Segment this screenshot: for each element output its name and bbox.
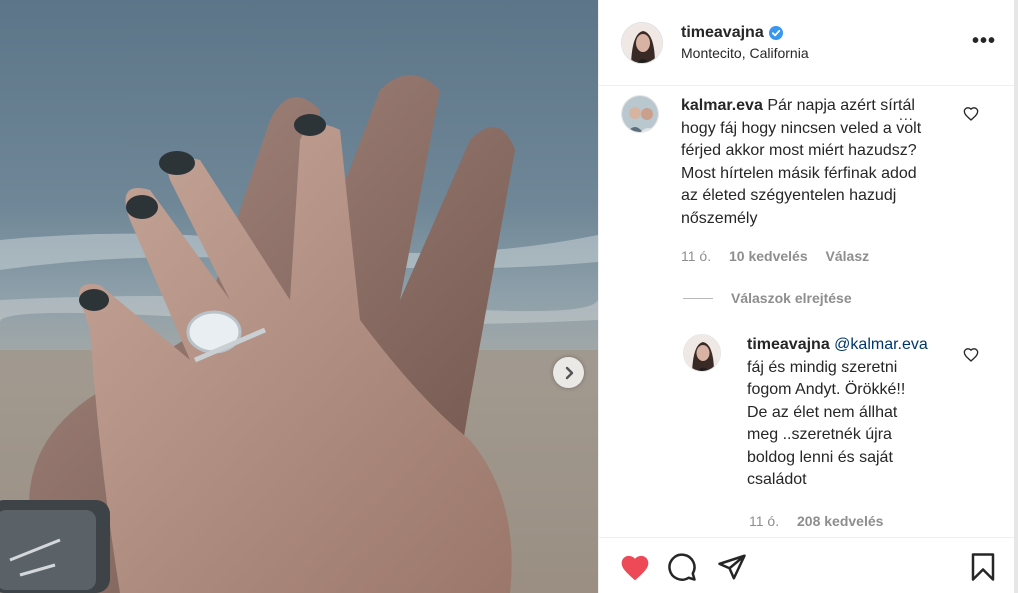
comment-line: férjed akkor most miért hazudsz? [681,142,917,159]
mention-link[interactable]: @kalmar.eva [834,336,928,353]
post-location[interactable]: Montecito, California [681,45,809,61]
post-photo [0,0,598,593]
verified-badge-icon [768,26,783,40]
heart-icon[interactable] [963,347,979,363]
reply-line: De az élet nem állhat [747,403,898,421]
more-options-icon[interactable]: ••• [972,30,996,53]
reply-line: meg ..szeretnék újra [747,426,892,443]
comment-bubble-icon[interactable] [667,552,697,582]
reply-item: timeavajna @kalmar.eva fáj és mindig sze… [683,334,947,492]
bookmark-icon[interactable] [969,552,997,582]
reply-button[interactable]: Válasz [826,248,870,264]
avatar-image [622,22,662,63]
author-username[interactable]: timeavajna [681,24,764,42]
reply-line: családot [747,471,807,488]
reply-likes[interactable]: 208 kedvelés [797,513,883,529]
commenter-username[interactable]: kalmar.eva [681,97,763,114]
heart-filled-icon[interactable] [619,552,651,582]
comment-line: Pár napja azért sírtál [767,97,915,114]
chevron-right-icon [565,366,573,379]
avatar-image [622,96,658,132]
photo-hands-ring [0,0,598,593]
comments-list: kalmar.eva Pár napja azért sírtál hogy f… [599,87,1015,536]
comment-time[interactable]: 11 ó. [681,248,711,264]
hide-replies-button[interactable]: Válaszok elrejtése [683,290,852,306]
post-view: timeavajna Montecito, California ••• kal… [0,0,1018,593]
reply-author-avatar[interactable] [683,334,721,372]
comment-line: Most hírtelen másik férfinak adod [681,164,917,182]
reply-line: fáj és mindig szeretni [747,358,898,376]
next-photo-button[interactable] [553,357,584,388]
reply-line: boldog lenni és saját [747,448,893,466]
commenter-avatar[interactable] [621,95,659,133]
avatar-image [684,335,720,371]
share-plane-icon[interactable] [717,552,747,582]
reply-meta: 11 ó. 208 kedvelés [749,513,897,529]
comment-meta: 11 ó. 10 kedvelés Válasz [681,248,883,264]
action-bar [599,537,1015,593]
comment-line: az életed szégyentelen hazudj [681,187,897,204]
comment-line: nőszemély [681,209,758,227]
heart-icon[interactable] [963,106,979,122]
comment-options-icon[interactable]: ... [899,107,914,123]
author-avatar[interactable] [621,21,663,64]
reply-username[interactable]: timeavajna [747,336,830,353]
comment-likes[interactable]: 10 kedvelés [729,248,808,264]
reply-line: fogom Andyt. Örökké!! [747,381,906,398]
divider [683,297,713,299]
reply-time[interactable]: 11 ó. [749,513,779,529]
reply-text: timeavajna @kalmar.eva fáj és mindig sze… [747,334,947,492]
post-side-panel: timeavajna Montecito, California ••• kal… [598,0,1018,593]
post-header: timeavajna Montecito, California ••• [599,0,1018,86]
hide-replies-label: Válaszok elrejtése [731,290,852,306]
